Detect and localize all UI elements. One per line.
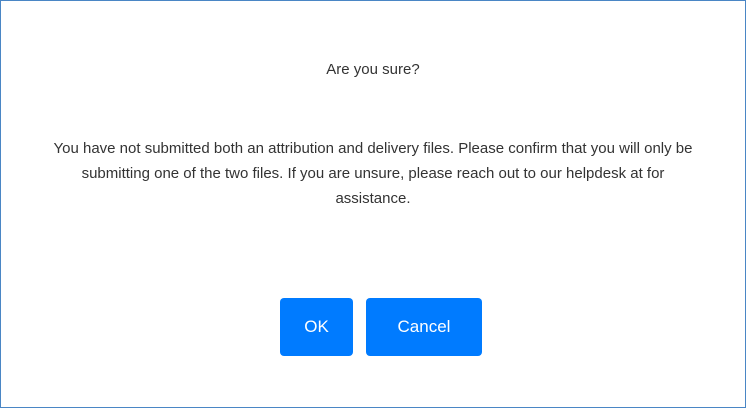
dialog-message: You have not submitted both an attributi… <box>53 140 693 207</box>
dialog-title: Are you sure? <box>326 61 420 78</box>
confirm-dialog: Are you sure? You have not submitted bot… <box>0 0 746 408</box>
cancel-button[interactable]: Cancel <box>366 298 482 356</box>
ok-button[interactable]: OK <box>280 298 353 356</box>
